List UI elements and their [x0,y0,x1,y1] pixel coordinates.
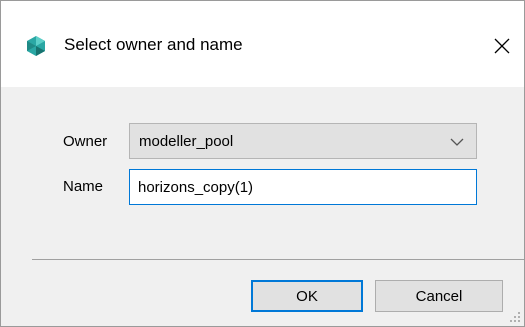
cancel-button[interactable]: Cancel [375,280,503,312]
owner-label: Owner [63,133,108,150]
chevron-down-icon [450,138,464,146]
resize-grip-icon[interactable] [510,312,521,323]
owner-select-value: modeller_pool [139,133,234,150]
select-owner-dialog: Select owner and name Owner modeller_poo… [0,0,525,327]
name-input[interactable]: horizons_copy(1) [129,169,477,205]
close-button[interactable] [487,31,517,61]
owner-select[interactable]: modeller_pool [129,123,477,159]
app-logo-icon [27,36,45,56]
close-icon [494,38,510,54]
name-label: Name [63,178,104,195]
dialog-title: Select owner and name [64,35,243,54]
name-input-value: horizons_copy(1) [138,179,254,196]
title-bar[interactable]: Select owner and name [1,1,524,87]
ok-button[interactable]: OK [251,280,363,312]
divider [32,259,524,260]
